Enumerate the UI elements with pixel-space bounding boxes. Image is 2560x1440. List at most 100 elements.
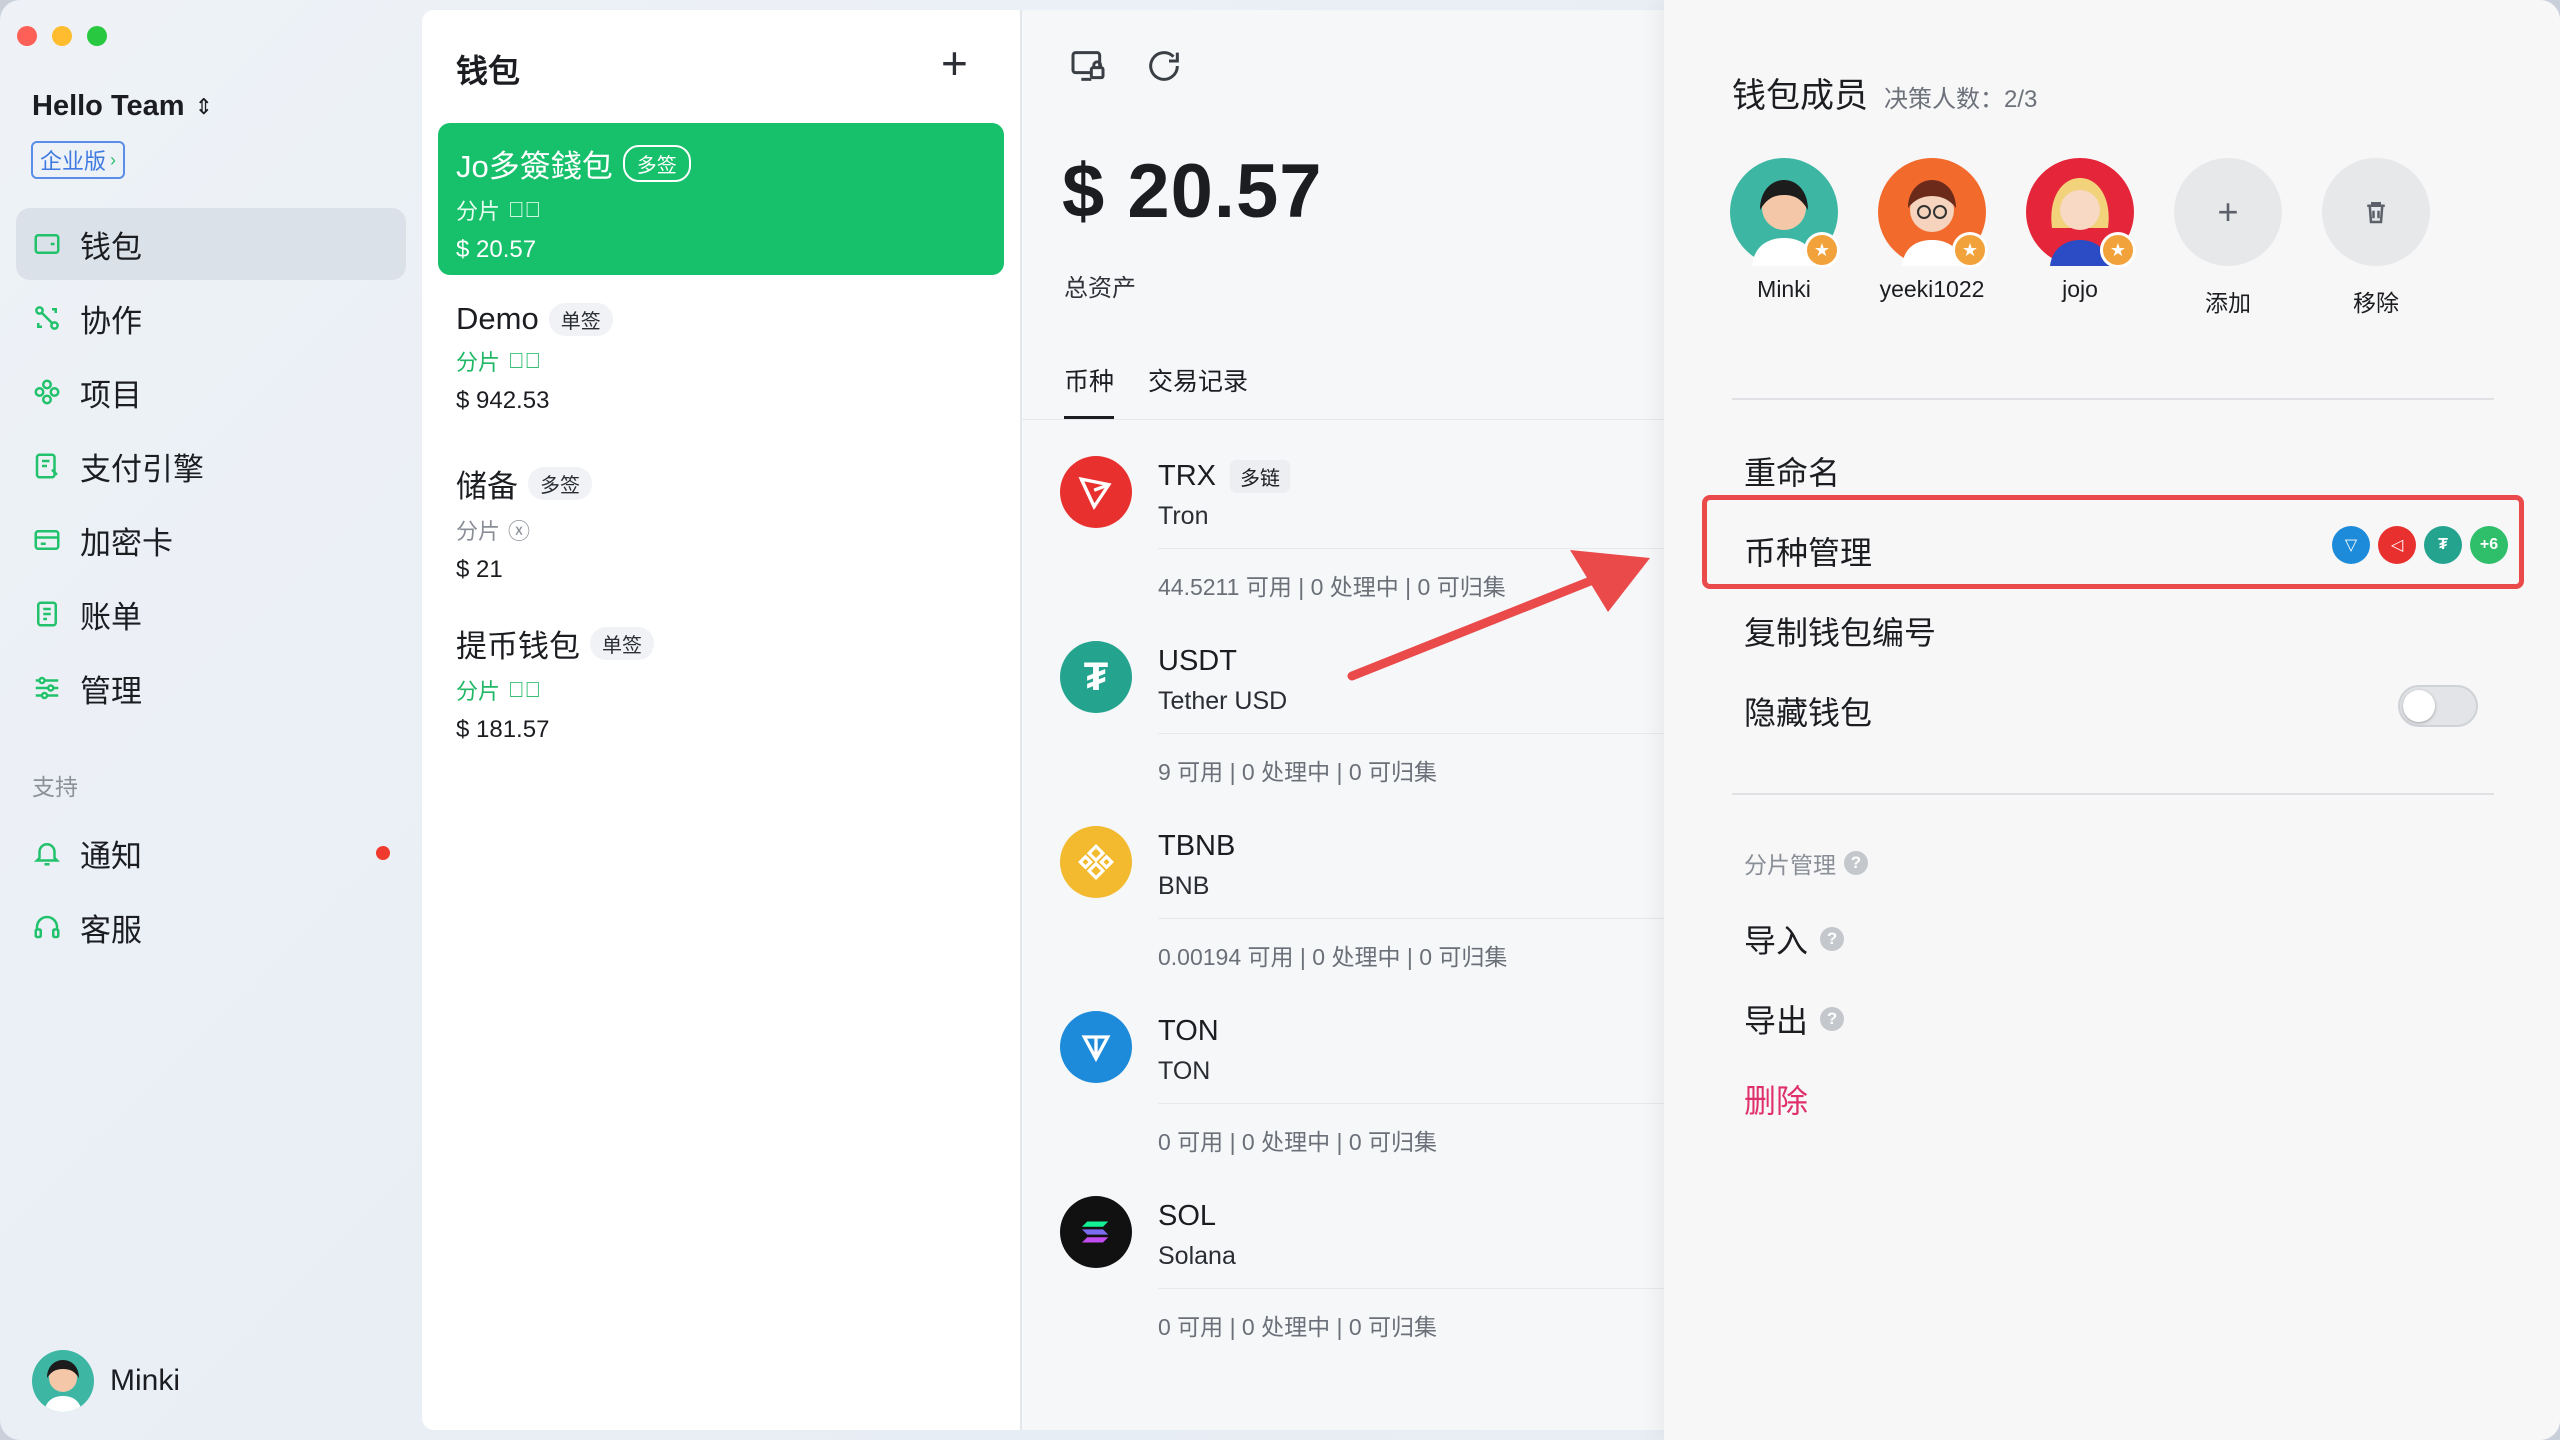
coin-balance: 0.00194 可用 | 0 处理中 | 0 可归集 (1158, 944, 1508, 970)
hide-wallet-toggle[interactable] (2398, 685, 2478, 727)
trash-icon (2322, 158, 2430, 266)
member-name: jojo (2062, 276, 2098, 302)
check-circle-icon: ✓⃝ (508, 197, 542, 222)
edition-badge[interactable]: 企业版 › (31, 141, 126, 179)
avatar: ★ (2026, 158, 2136, 268)
member-item[interactable]: ★ jojo (2026, 158, 2136, 318)
add-wallet-button[interactable]: + (941, 40, 968, 86)
headset-icon (32, 912, 62, 942)
sidebar-item-manage[interactable]: 管理 (16, 652, 406, 724)
sidebar-item-label: 通知 (80, 838, 142, 874)
import-label: 导入 (1744, 923, 1809, 959)
sidebar-item-bill[interactable]: 账单 (16, 578, 406, 650)
member-item[interactable]: ★ Minki (1730, 158, 1840, 318)
coin-name: Solana (1158, 1242, 1236, 1270)
sidebar-item-crypto-card[interactable]: 加密卡 (16, 504, 406, 576)
detail-tabs: 币种 交易记录 (1064, 362, 1248, 419)
chevron-right-icon: › (110, 149, 117, 170)
user-profile[interactable]: Minki (32, 1350, 180, 1412)
sidebar-item-label: 协作 (80, 303, 142, 339)
collaborate-icon (32, 303, 62, 333)
member-item[interactable]: ★ yeeki1022 (1878, 158, 1988, 318)
export-option[interactable]: 导出 ? (1744, 996, 1845, 1042)
help-icon[interactable]: ? (1820, 927, 1845, 951)
toggle-knob (2403, 690, 2435, 722)
star-icon: ★ (2100, 232, 2136, 268)
star-icon: ★ (1804, 232, 1840, 268)
wallet-list-panel: 钱包 + Jo多簽錢包 多签 分片 ✓⃝ $ 20.57 Demo 单签 分片 ✓⃝ $… (422, 10, 1020, 1430)
sidebar-item-label: 管理 (80, 673, 142, 709)
coin-balance: 9 可用 | 0 处理中 | 0 可归集 (1158, 759, 1438, 785)
wallet-card[interactable]: 提币钱包 单签 分片 ✓⃝ $ 181.57 (438, 603, 1004, 755)
remove-member-button[interactable]: 移除 (2322, 158, 2430, 318)
team-switcher[interactable]: Hello Team ⇕ (32, 90, 213, 123)
rename-option[interactable]: 重命名 (1744, 448, 1840, 494)
wallet-card[interactable]: Jo多簽錢包 多签 分片 ✓⃝ $ 20.57 (438, 123, 1004, 275)
refresh-icon[interactable] (1144, 46, 1184, 86)
sidebar-item-wallet[interactable]: 钱包 (16, 208, 406, 280)
sidebar-item-label: 项目 (80, 377, 142, 413)
wallet-name: Jo多簽錢包 (456, 149, 613, 184)
delete-wallet-option[interactable]: 删除 (1744, 1076, 1808, 1122)
support-nav: 通知 客服 (16, 817, 406, 965)
settings-sliders-icon (32, 673, 62, 703)
help-icon[interactable]: ? (1844, 851, 1868, 875)
support-section-label: 支持 (32, 774, 78, 800)
total-assets-value: $ 20.57 (1062, 149, 1323, 234)
wallet-icon (32, 229, 62, 259)
tab-coins[interactable]: 币种 (1064, 362, 1115, 419)
x-circle-icon: ⓧ (508, 519, 531, 544)
member-name: yeeki1022 (1879, 276, 1985, 302)
sidebar-item-notifications[interactable]: 通知 (16, 817, 406, 889)
star-icon: ★ (1952, 232, 1988, 268)
shard-section-title: 分片管理 (1744, 852, 1836, 878)
wallet-type-tag: 多签 (622, 145, 691, 182)
wallet-card[interactable]: 储备 多签 分片 ⓧ $ 21 (438, 443, 1004, 595)
sidebar-item-project[interactable]: 项目 (16, 356, 406, 428)
team-name: Hello Team (32, 90, 185, 122)
coin-symbol: TRX (1158, 460, 1216, 492)
sol-icon (1060, 1196, 1132, 1268)
add-member-label: 添加 (2205, 290, 2251, 316)
screen-lock-icon[interactable] (1068, 46, 1108, 86)
crypto-card-icon (32, 525, 62, 555)
coin-symbol: TON (1158, 1015, 1219, 1047)
wallet-shard-label: 分片 (456, 199, 501, 224)
quorum-label: 决策人数：2/3 (1884, 86, 2038, 113)
sidebar: Hello Team ⇕ 企业版 › 钱包 协作 项目 支付引擎 加密卡 账单 … (0, 0, 422, 1440)
add-member-button[interactable]: + 添加 (2174, 158, 2282, 318)
copy-wallet-id-option[interactable]: 复制钱包编号 (1744, 608, 1936, 654)
bell-icon (32, 838, 62, 868)
trx-icon (1060, 456, 1132, 528)
drawer-divider (1732, 398, 2494, 400)
main-nav: 钱包 协作 项目 支付引擎 加密卡 账单 管理 (16, 208, 406, 726)
ton-icon (1060, 1011, 1132, 1083)
edition-label: 企业版 (40, 149, 107, 174)
wallet-name: 储备 (456, 469, 518, 504)
coin-name: BNB (1158, 872, 1210, 900)
wallet-type-tag: 单签 (548, 302, 613, 336)
coin-name: Tron (1158, 502, 1209, 530)
sidebar-item-payment-engine[interactable]: 支付引擎 (16, 430, 406, 502)
wallet-name: Demo (456, 301, 539, 336)
wallet-name: 提币钱包 (456, 629, 580, 664)
sidebar-item-collaborate[interactable]: 协作 (16, 282, 406, 354)
bnb-icon (1060, 826, 1132, 898)
wallet-amount: $ 21 (456, 556, 503, 583)
help-icon[interactable]: ? (1820, 1007, 1845, 1031)
check-circle-icon: ✓⃝ (508, 348, 542, 373)
tab-transactions[interactable]: 交易记录 (1148, 362, 1248, 419)
panel-divider (1020, 10, 1022, 1430)
multichain-tag: 多链 (1230, 460, 1290, 493)
wallet-card[interactable]: Demo 单签 分片 ✓⃝ $ 942.53 (438, 283, 1004, 435)
chevron-updown-icon: ⇕ (194, 93, 213, 119)
member-name: Minki (1757, 276, 1811, 302)
notification-dot (376, 846, 390, 860)
avatar (32, 1350, 94, 1412)
member-list: ★ Minki ★ yeeki1022 ★ jojo + 添加 移除 (1730, 158, 2430, 318)
sidebar-item-label: 客服 (80, 912, 142, 948)
check-circle-icon: ✓⃝ (508, 677, 542, 702)
import-option[interactable]: 导入 ? (1744, 916, 1845, 962)
sidebar-item-support[interactable]: 客服 (16, 891, 406, 963)
wallet-amount: $ 942.53 (456, 387, 550, 414)
